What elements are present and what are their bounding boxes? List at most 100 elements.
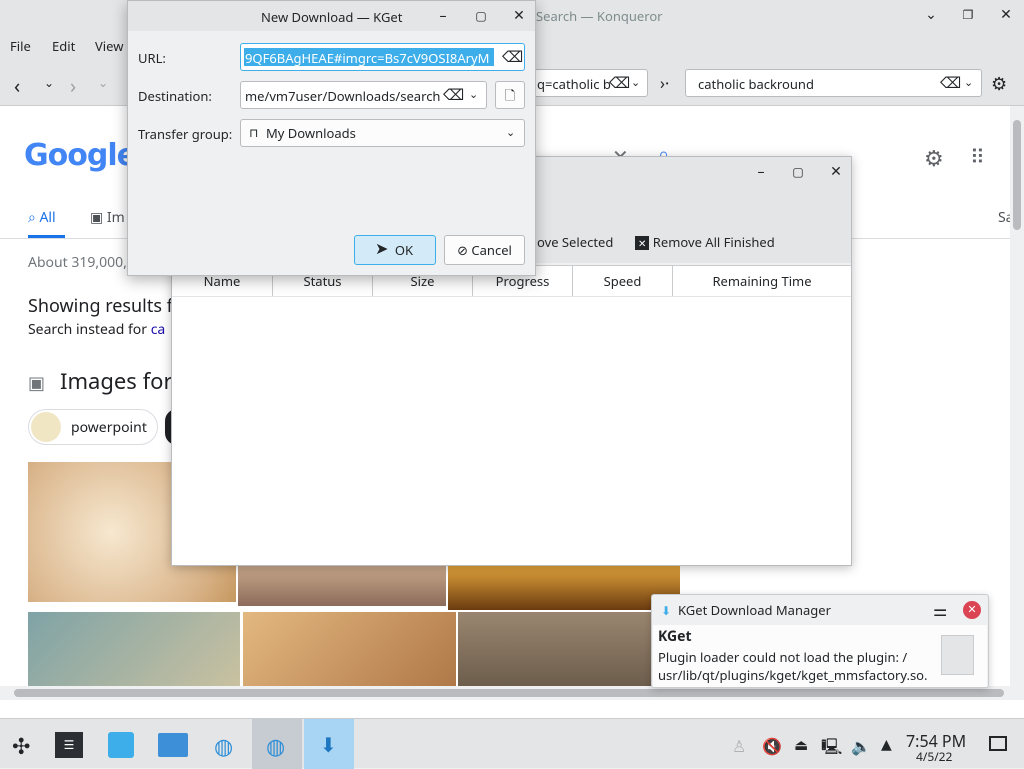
restore-icon[interactable]: ❐ (958, 5, 978, 25)
launcher-icon: ✣ (12, 731, 31, 761)
folder-icon (158, 733, 188, 757)
clear-destination-icon[interactable]: ⌫ (443, 85, 465, 105)
web-search-field[interactable]: catholic backround ⌫ ⌄ (685, 69, 982, 97)
task-browser[interactable]: ◍ (200, 719, 250, 769)
go-icon[interactable]: ›· (660, 72, 669, 94)
file-thumbnail-icon (941, 635, 974, 675)
clear-location-icon[interactable]: ⌫ (609, 73, 630, 93)
clear-search-icon[interactable]: ⌫ (940, 73, 961, 93)
usb-device-icon[interactable]: ⏏ (794, 735, 808, 755)
tab-images[interactable]: ▣ Im (90, 208, 125, 227)
show-hidden-icons-icon[interactable]: ▲ (881, 735, 892, 754)
audio-muted-icon[interactable]: 🔇 (762, 735, 782, 757)
clear-url-icon[interactable]: ⌫ (502, 47, 524, 67)
file-icon: 🗋 (504, 86, 516, 104)
image-thumb-5[interactable] (243, 612, 456, 686)
maximize-icon[interactable]: ▢ (471, 6, 491, 26)
url-input[interactable]: 9QF6BAgHEAE#imgrc=Bs7cV9OSI8AryM ⌫ (240, 43, 525, 71)
search-instead-link[interactable]: ca (151, 320, 166, 339)
task-file-manager[interactable] (148, 719, 198, 769)
search-instead-text: Search instead for ca (28, 320, 165, 339)
image-thumb-2[interactable] (238, 566, 446, 606)
search-dropdown-icon[interactable]: ⌄ (964, 75, 973, 90)
transfer-group-select[interactable]: ⊓ My Downloads ⌄ (240, 119, 525, 147)
kget-app-icon: ⬇ (661, 602, 672, 619)
remove-icon: ✕ (635, 236, 650, 250)
notification-line-1: Plugin loader could not load the plugin:… (658, 648, 908, 666)
minimize-icon[interactable]: – (751, 162, 771, 182)
image-thumb-6[interactable] (458, 612, 658, 686)
notification-popup[interactable]: ⬇ KGet Download Manager ⚌ ✕ KGet Plugin … (651, 594, 989, 688)
globe-icon: ◍ (214, 731, 234, 761)
task-discover[interactable] (96, 719, 146, 769)
vertical-scroll-thumb[interactable] (1013, 120, 1021, 230)
minimize-icon[interactable]: ⌄ (921, 5, 941, 25)
minimize-icon[interactable]: – (433, 6, 453, 26)
back-icon[interactable]: ‹ (14, 72, 20, 99)
transfer-group-value: My Downloads (266, 124, 356, 142)
remove-all-finished-label: Remove All Finished (652, 233, 775, 251)
volume-icon[interactable]: 🔈 (851, 735, 871, 757)
destination-value: me/vm7user/Downloads/search (245, 87, 441, 105)
transfers-table[interactable]: Name Status Size Progress Speed Remainin… (172, 265, 851, 565)
menu-edit[interactable]: Edit (52, 37, 75, 55)
ok-button[interactable]: OK (354, 235, 436, 265)
vertical-scrollbar[interactable] (1010, 106, 1024, 686)
download-icon: ⬇ (320, 731, 337, 758)
close-icon[interactable]: ✕ (509, 6, 529, 26)
location-dropdown-icon[interactable]: ⌄ (631, 75, 640, 90)
google-settings-icon[interactable]: ⚙ (924, 143, 944, 173)
image-icon: ▣ (90, 208, 104, 227)
location-field[interactable]: q=catholic b ⌫ ⌄ (528, 69, 648, 97)
show-desktop-icon[interactable] (989, 736, 1007, 751)
notification-line-2: usr/lib/qt/plugins/kget/kget_mmsfactory.… (658, 666, 928, 684)
column-speed[interactable]: Speed (573, 266, 673, 296)
task-system-settings[interactable]: ☰ (44, 719, 94, 769)
network-icon[interactable]: 🖳 (821, 735, 842, 763)
transfer-group-label: Transfer group: (138, 125, 233, 143)
notification-title: KGet (658, 627, 692, 646)
column-remaining-time[interactable]: Remaining Time (673, 266, 851, 296)
google-logo-text: Google (24, 138, 137, 173)
maximize-icon[interactable]: ▢ (788, 162, 808, 182)
horizontal-scroll-thumb[interactable] (14, 689, 1004, 697)
task-konqueror[interactable]: ◍ (252, 719, 302, 769)
settings-gear-icon[interactable]: ⚙ (991, 72, 1007, 96)
back-history-icon[interactable]: ⌄ (44, 74, 54, 91)
store-icon (108, 732, 134, 758)
tab-all[interactable]: ⌕ All (28, 208, 56, 227)
chip-powerpoint[interactable]: powerpoint (28, 409, 158, 445)
browse-destination-button[interactable]: 🗋 (495, 81, 525, 109)
image-thumb-4[interactable] (28, 612, 240, 686)
task-kget[interactable]: ⬇ (304, 719, 354, 769)
clock-date[interactable]: 4/5/22 (916, 748, 952, 765)
url-value: 9QF6BAgHEAE#imgrc=Bs7cV9OSI8AryM (245, 49, 490, 67)
user-icon[interactable]: ♙ (732, 735, 746, 757)
menu-view[interactable]: View (95, 37, 123, 55)
remove-selected-button[interactable]: ove Selected (537, 233, 613, 251)
forward-history-icon[interactable]: ⌄ (98, 74, 108, 91)
configure-icon[interactable]: ⚌ (933, 599, 947, 621)
images-for-heading: Images for (60, 366, 173, 396)
header-divider (172, 296, 851, 297)
bookmark-icon: ⊓ (249, 124, 259, 141)
close-notification-icon[interactable]: ✕ (963, 601, 981, 619)
google-apps-icon[interactable]: ⠿ (970, 143, 985, 170)
horizontal-scrollbar[interactable] (0, 686, 1024, 700)
image-thumb-3[interactable] (448, 566, 680, 610)
destination-label: Destination: (138, 87, 212, 105)
web-search-text: catholic backround (698, 75, 814, 93)
cancel-button[interactable]: ⊘ Cancel (444, 235, 525, 265)
close-icon[interactable]: ✕ (826, 162, 846, 182)
destination-dropdown-icon[interactable]: ⌄ (469, 87, 479, 102)
close-icon[interactable]: ✕ (996, 5, 1016, 25)
app-launcher[interactable]: ✣ (0, 719, 50, 769)
google-logo[interactable]: Google (24, 138, 137, 173)
new-download-dialog: New Download — KGet – ▢ ✕ URL: 9QF6BAgHE… (127, 0, 536, 276)
group-dropdown-icon: ⌄ (506, 125, 516, 140)
destination-input[interactable]: me/vm7user/Downloads/search ⌫ ⌄ (240, 81, 487, 109)
remove-all-finished-button[interactable]: ✕ Remove All Finished (635, 233, 775, 251)
result-count: About 319,000, (28, 253, 127, 272)
menu-file[interactable]: File (10, 37, 31, 55)
forward-icon[interactable]: › (70, 72, 76, 99)
